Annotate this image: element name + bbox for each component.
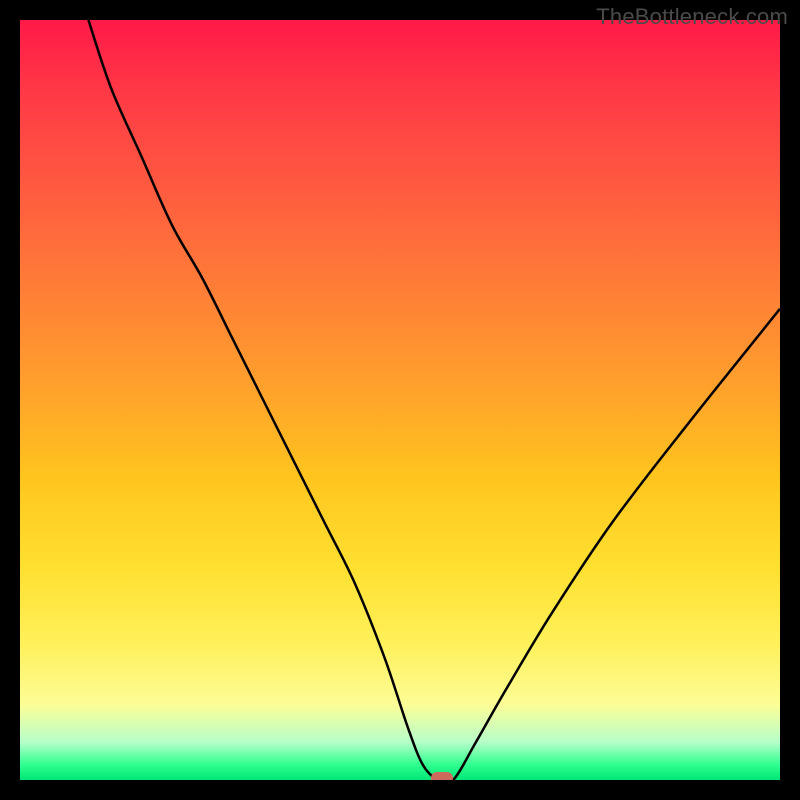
plot-area: [20, 20, 780, 780]
chart-frame: TheBottleneck.com: [0, 0, 800, 800]
watermark-text: TheBottleneck.com: [596, 4, 788, 30]
curve-path: [88, 20, 780, 780]
bottleneck-curve: [20, 20, 780, 780]
optimal-marker: [431, 772, 453, 780]
